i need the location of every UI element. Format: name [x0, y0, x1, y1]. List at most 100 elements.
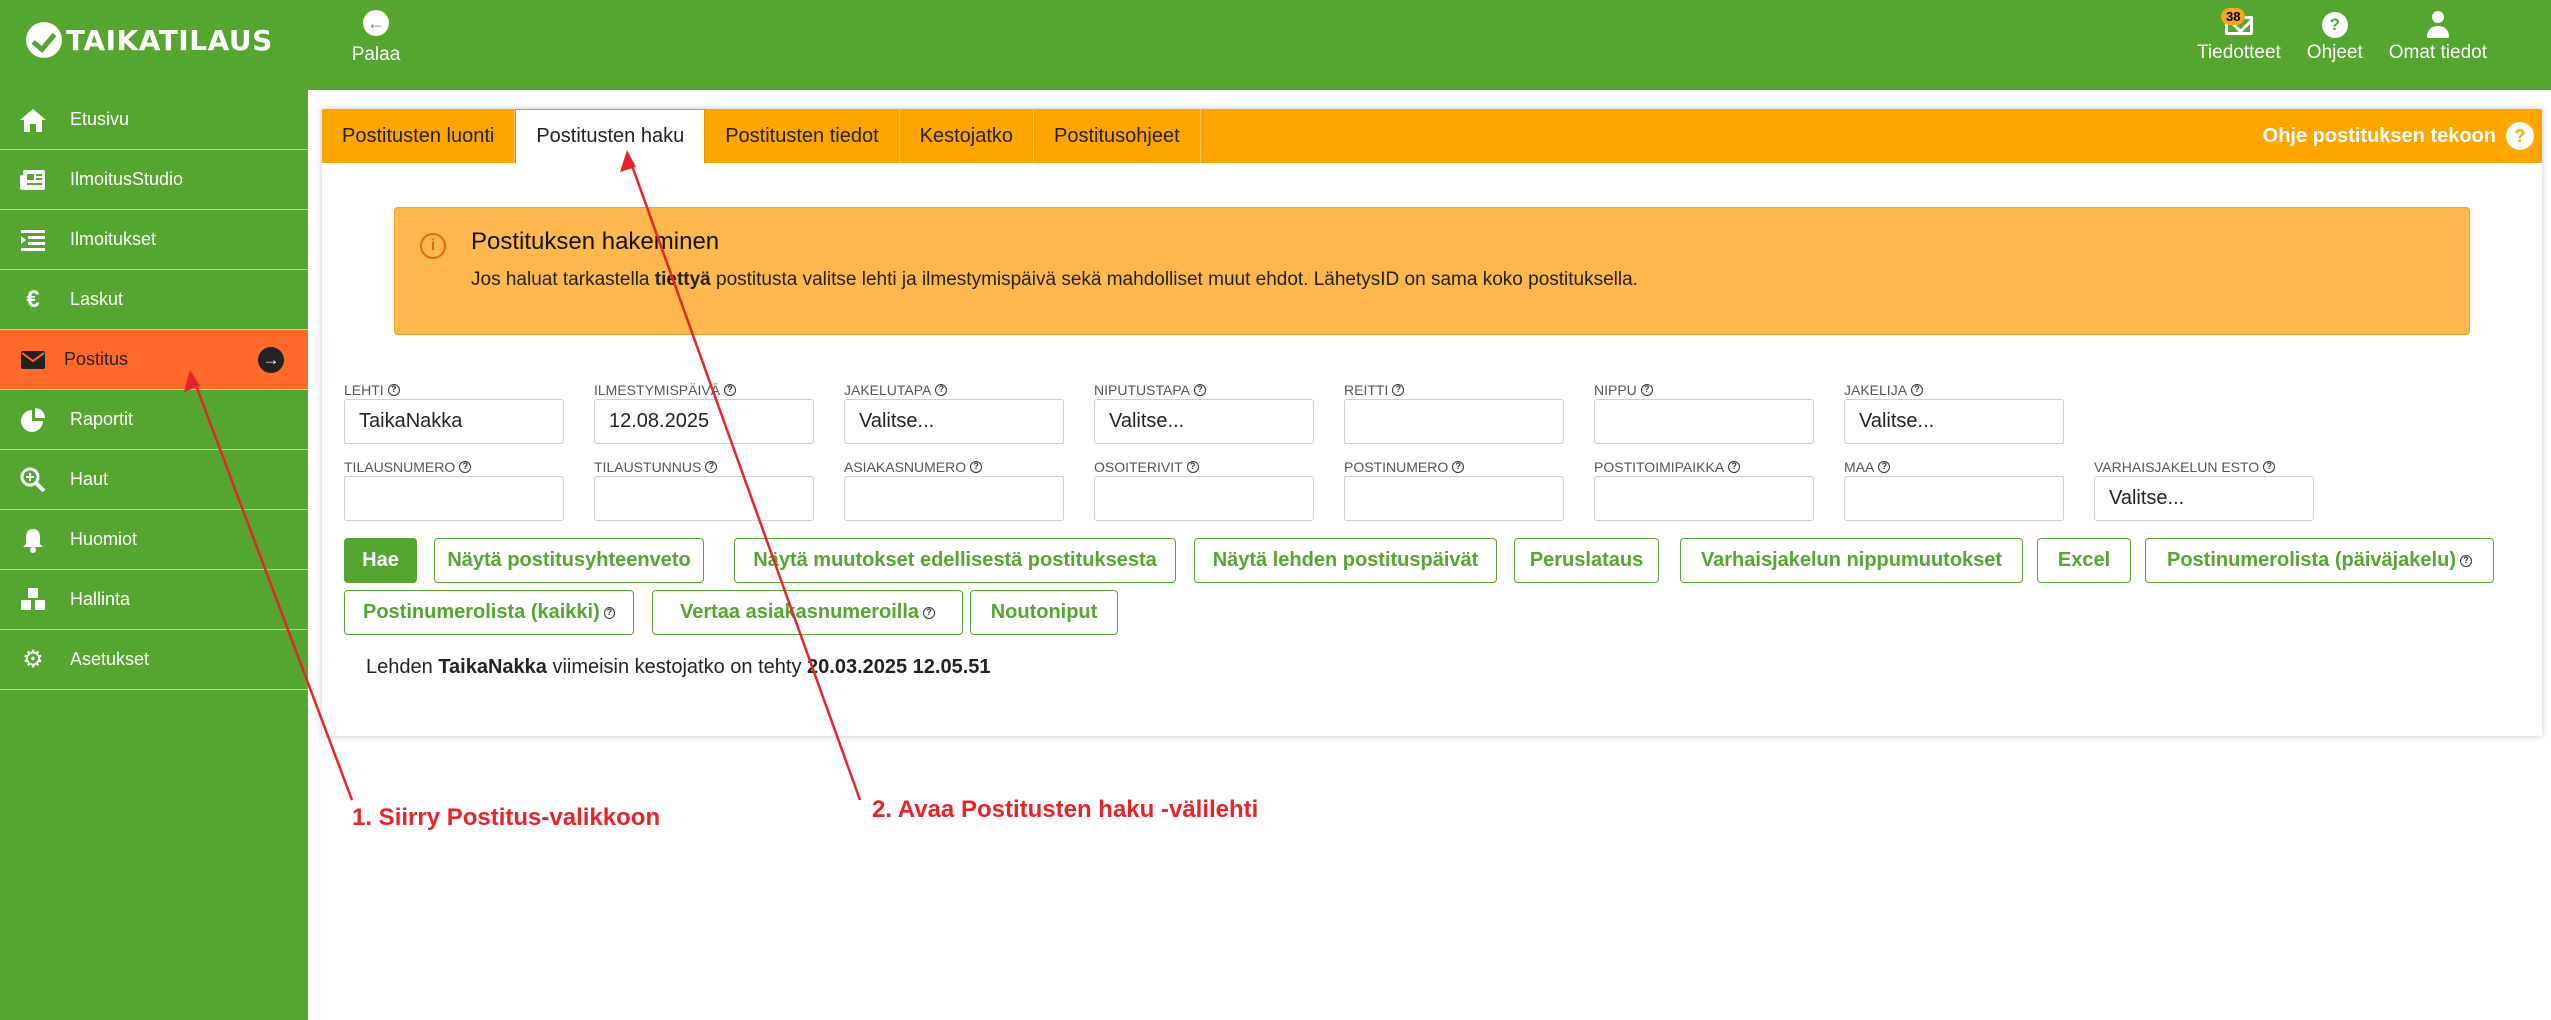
sidebar-item-ilmoitukset[interactable]: Ilmoitukset [0, 210, 308, 270]
hint-icon: ? [1186, 461, 1199, 473]
jakelija-field: JAKELIJA? Valitse... [1844, 382, 2064, 444]
jakelutapa-field: JAKELUTAPA? Valitse... [844, 382, 1064, 444]
profile-button[interactable]: Omat tiedot [2389, 8, 2487, 64]
changes-button[interactable]: Näytä muutokset edellisestä postituksest… [734, 538, 1176, 583]
hint-icon: ? [1452, 461, 1465, 473]
bell-icon [18, 525, 48, 555]
last-renewal-text: Lehden TaikaNakka viimeisin kestojatko o… [366, 656, 991, 678]
tilausnumero-field: TILAUSNUMERO? [344, 459, 564, 521]
hint-icon: ? [1640, 384, 1653, 396]
sidebar-item-laskut[interactable]: € Laskut [0, 270, 308, 330]
asiakasnumero-input[interactable] [844, 476, 1064, 521]
home-icon [18, 105, 48, 135]
user-icon [2425, 11, 2451, 39]
osoiterivit-input[interactable] [1094, 476, 1314, 521]
search-icon [18, 465, 48, 495]
help-link[interactable]: Ohje postituksen tekoon ? [2263, 109, 2534, 163]
summary-button[interactable]: Näytä postitusyhteenveto [434, 538, 704, 583]
postal-list-all-button[interactable]: Postinumerolista (kaikki)? [344, 590, 634, 635]
search-button[interactable]: Hae [344, 538, 417, 583]
hint-icon: ? [970, 461, 983, 473]
dates-button[interactable]: Näytä lehden postituspäivät [1194, 538, 1497, 583]
reitti-field: REITTI? [1344, 382, 1564, 444]
question-icon: ? [2321, 12, 2348, 38]
hint-icon: ? [1728, 461, 1741, 473]
sidebar-item-postitus[interactable]: Postitus → [0, 330, 308, 390]
early-delivery-button[interactable]: Varhaisjakelun nippumuutokset [1680, 538, 2023, 583]
sidebar: Etusivu IlmoitusStudio Ilmoitukset € Las… [0, 90, 308, 1020]
osoiterivit-field: OSOITERIVIT? [1094, 459, 1314, 521]
nippu-input[interactable] [1594, 399, 1814, 444]
hint-icon: ? [2459, 554, 2472, 567]
pickup-bundles-button[interactable]: Noutoniput [970, 590, 1118, 635]
hint-icon: ? [923, 606, 936, 619]
info-title: Postituksen hakeminen [471, 228, 720, 255]
tab-kestojatko[interactable]: Kestojatko [900, 109, 1035, 163]
tab-postitusten-tiedot[interactable]: Postitusten tiedot [705, 109, 900, 163]
asiakasnumero-field: ASIAKASNUMERO? [844, 459, 1064, 521]
jakelija-select[interactable]: Valitse... [1844, 399, 2064, 444]
info-icon: i [420, 233, 446, 259]
tab-postitusten-haku[interactable]: Postitusten haku [515, 109, 706, 163]
hint-icon: ? [1392, 384, 1405, 396]
ilmestymispaiva-input[interactable]: 12.08.2025 [594, 399, 814, 444]
postitoimipaikka-field: POSTITOIMIPAIKKA? [1594, 459, 1814, 521]
niputustapa-field: NIPUTUSTAPA? Valitse... [1094, 382, 1314, 444]
sidebar-item-hallinta[interactable]: Hallinta [0, 570, 308, 630]
postinumero-field: POSTINUMERO? [1344, 459, 1564, 521]
help-button[interactable]: ? Ohjeet [2307, 8, 2363, 64]
sidebar-item-raportit[interactable]: Raportit [0, 390, 308, 450]
compare-customers-button[interactable]: Vertaa asiakasnumeroilla? [652, 590, 963, 635]
excel-button[interactable]: Excel [2037, 538, 2131, 583]
hint-icon: ? [935, 384, 948, 396]
envelope-icon [18, 345, 48, 375]
pie-chart-icon [18, 405, 48, 435]
hint-icon: ? [724, 384, 737, 396]
hint-icon: ? [1911, 384, 1924, 396]
hint-icon: ? [603, 606, 615, 619]
tab-postitusohjeet[interactable]: Postitusohjeet [1034, 109, 1201, 163]
annotation-step-2: 2. Avaa Postitusten haku -välilehti [872, 796, 1259, 823]
jakelutapa-select[interactable]: Valitse... [844, 399, 1064, 444]
hint-icon: ? [2263, 461, 2276, 473]
lehti-field: LEHTI? TaikaNakka [344, 382, 564, 444]
hint-icon: ? [1193, 384, 1206, 396]
tab-postitusten-luonti[interactable]: Postitusten luonti [322, 109, 516, 163]
gear-icon: ⚙ [22, 645, 44, 673]
back-button[interactable]: ← Palaa [346, 10, 406, 66]
tilaustunnus-field: TILAUSTUNNUS? [594, 459, 814, 521]
postitoimipaikka-input[interactable] [1594, 476, 1814, 521]
question-icon: ? [2506, 122, 2534, 150]
annotation-step-1: 1. Siirry Postitus-valikkoon [352, 804, 661, 831]
list-icon [18, 225, 48, 255]
postinumero-input[interactable] [1344, 476, 1564, 521]
top-bar: TAIKATILAUS ← Palaa 38 Tiedotteet ? Ohje… [0, 0, 2551, 90]
main-panel: Postitusten luonti Postitusten haku Post… [322, 109, 2542, 736]
sidebar-item-huomiot[interactable]: Huomiot [0, 510, 308, 570]
sidebar-item-etusivu[interactable]: Etusivu [0, 90, 308, 150]
base-load-button[interactable]: Peruslataus [1514, 538, 1659, 583]
sidebar-item-ilmoitusstudio[interactable]: IlmoitusStudio [0, 150, 308, 210]
nippu-field: NIPPU? [1594, 382, 1814, 444]
lehti-select[interactable]: TaikaNakka [344, 399, 564, 444]
app-logo[interactable]: TAIKATILAUS [26, 18, 273, 62]
tilausnumero-input[interactable] [344, 476, 564, 521]
logo-check-icon [26, 22, 62, 58]
hint-icon: ? [387, 384, 400, 396]
hint-icon: ? [705, 461, 718, 473]
newspaper-icon [18, 165, 48, 195]
tab-bar: Postitusten luonti Postitusten haku Post… [322, 109, 2542, 163]
varhaisjakelun-esto-select[interactable]: Valitse... [2094, 476, 2314, 521]
hint-icon: ? [459, 461, 472, 473]
info-text: Jos haluat tarkastella tiettyä postitust… [471, 269, 1638, 290]
tilaustunnus-input[interactable] [594, 476, 814, 521]
sidebar-item-asetukset[interactable]: ⚙ Asetukset [0, 630, 308, 690]
notifications-button[interactable]: 38 Tiedotteet [2197, 8, 2281, 64]
reitti-input[interactable] [1344, 399, 1564, 444]
sidebar-item-haut[interactable]: Haut [0, 450, 308, 510]
niputustapa-select[interactable]: Valitse... [1094, 399, 1314, 444]
maa-input[interactable] [1844, 476, 2064, 521]
varhaisjakelun-esto-field: VARHAISJAKELUN ESTO? Valitse... [2094, 459, 2314, 521]
postal-list-daily-button[interactable]: Postinumerolista (päiväjakelu)? [2145, 538, 2494, 583]
maa-field: MAA? [1844, 459, 2064, 521]
